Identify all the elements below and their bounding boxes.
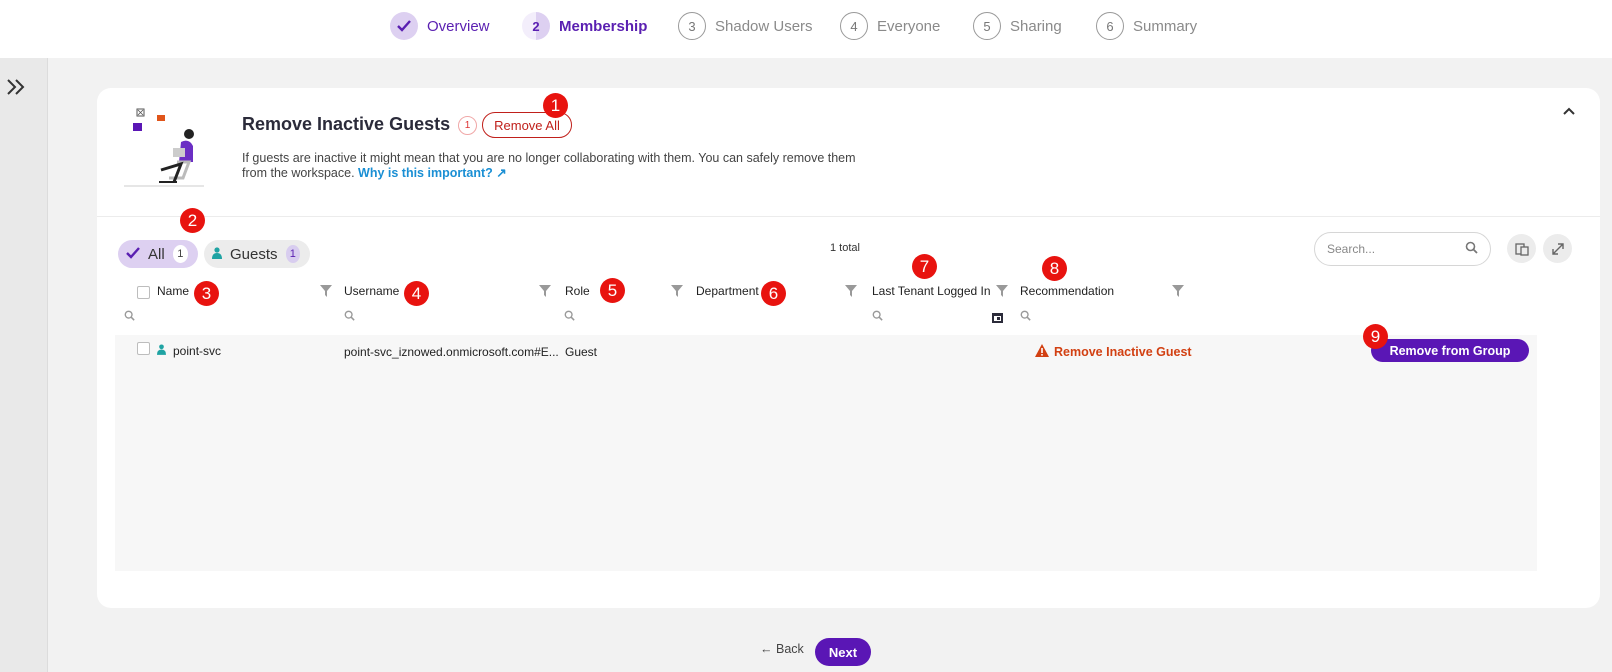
row-checkbox[interactable] bbox=[137, 342, 150, 355]
annotation-marker: 3 bbox=[194, 281, 219, 306]
annotation-marker: 2 bbox=[180, 208, 205, 233]
cell-username: point-svc_iznowed.onmicrosoft.com#E... bbox=[344, 345, 559, 359]
step-label: Overview bbox=[427, 17, 490, 35]
annotation-marker: 7 bbox=[912, 254, 937, 279]
divider bbox=[97, 216, 1600, 217]
step-label: Sharing bbox=[1010, 17, 1062, 35]
filter-funnel-icon[interactable] bbox=[844, 284, 858, 298]
recommendation: Remove Inactive Guest bbox=[1035, 344, 1192, 360]
cell-role: Guest bbox=[565, 345, 598, 359]
calendar-icon[interactable] bbox=[991, 311, 1004, 324]
step-number: 2 bbox=[522, 12, 550, 40]
step-overview[interactable]: Overview bbox=[390, 10, 490, 42]
column-header-recommendation[interactable]: Recommendation bbox=[1020, 284, 1114, 298]
column-search-icon[interactable] bbox=[124, 310, 135, 321]
back-button[interactable]: ← Back bbox=[760, 642, 804, 656]
column-search-icon[interactable] bbox=[564, 310, 575, 321]
filter-funnel-icon[interactable] bbox=[670, 284, 684, 298]
external-link-icon: ↗ bbox=[496, 166, 507, 180]
warning-icon bbox=[1035, 344, 1049, 360]
arrow-left-icon: ← bbox=[760, 642, 776, 656]
step-shadow-users[interactable]: 3 Shadow Users bbox=[678, 10, 813, 42]
check-icon bbox=[126, 246, 140, 263]
step-membership[interactable]: 2 Membership bbox=[522, 10, 647, 42]
count-badge: 1 bbox=[458, 116, 477, 135]
recommendation-text: Remove Inactive Guest bbox=[1054, 345, 1192, 359]
annotation-marker: 4 bbox=[404, 281, 429, 306]
annotation-marker: 8 bbox=[1042, 256, 1067, 281]
column-header-name[interactable]: Name bbox=[157, 284, 189, 298]
cell-name[interactable]: point-svc bbox=[173, 344, 221, 358]
step-sharing[interactable]: 5 Sharing bbox=[973, 10, 1062, 42]
guest-user-icon bbox=[157, 344, 166, 358]
filter-funnel-icon[interactable] bbox=[319, 284, 333, 298]
guest-user-icon bbox=[212, 246, 222, 263]
expand-icon[interactable] bbox=[1543, 234, 1572, 263]
column-search-icon[interactable] bbox=[872, 310, 883, 321]
filter-funnel-icon[interactable] bbox=[1171, 284, 1185, 298]
search-box[interactable] bbox=[1314, 232, 1491, 266]
annotation-marker: 1 bbox=[543, 93, 568, 118]
export-icon[interactable] bbox=[1507, 234, 1536, 263]
filter-funnel-icon[interactable] bbox=[538, 284, 552, 298]
step-label: Membership bbox=[559, 17, 648, 35]
annotation-marker: 5 bbox=[600, 278, 625, 303]
description-text: If guests are inactive it might mean tha… bbox=[242, 151, 856, 180]
column-search-icon[interactable] bbox=[344, 310, 355, 321]
step-number: 3 bbox=[678, 12, 706, 40]
step-label: Summary bbox=[1133, 17, 1198, 35]
total-count: 1 total bbox=[830, 242, 860, 254]
search-input[interactable] bbox=[1327, 242, 1457, 256]
step-everyone[interactable]: 4 Everyone bbox=[840, 10, 940, 42]
person-reading-illustration bbox=[124, 108, 204, 187]
filter-all[interactable]: All 1 bbox=[118, 240, 198, 268]
wizard-stepper: Overview 2 Membership 3 Shadow Users 4 E… bbox=[0, 0, 1612, 58]
filter-guests[interactable]: Guests 1 bbox=[204, 240, 310, 268]
column-header-last-login[interactable]: Last Tenant Logged In bbox=[872, 284, 991, 298]
card-title: Remove Inactive Guests bbox=[242, 114, 451, 134]
table-body: point-svc point-svc_iznowed.onmicrosoft.… bbox=[115, 335, 1537, 571]
card-description: If guests are inactive it might mean tha… bbox=[242, 151, 872, 181]
step-label: Everyone bbox=[877, 17, 941, 35]
step-label: Shadow Users bbox=[715, 17, 813, 35]
step-number: 5 bbox=[973, 12, 1001, 40]
step-number: 6 bbox=[1096, 12, 1124, 40]
column-header-username[interactable]: Username bbox=[344, 284, 399, 298]
step-summary[interactable]: 6 Summary bbox=[1096, 10, 1197, 42]
remove-from-group-button[interactable]: Remove from Group bbox=[1371, 339, 1529, 362]
annotation-marker: 6 bbox=[761, 281, 786, 306]
side-rail bbox=[0, 58, 48, 672]
column-search-icon[interactable] bbox=[1020, 310, 1031, 321]
filter-guests-count: 1 bbox=[285, 245, 300, 263]
remove-inactive-guests-card: Remove Inactive Guests 1 Remove All If g… bbox=[97, 88, 1600, 608]
filter-all-count: 1 bbox=[172, 245, 188, 263]
select-all-checkbox[interactable] bbox=[137, 286, 150, 299]
column-header-role[interactable]: Role bbox=[565, 284, 590, 298]
search-icon bbox=[1465, 241, 1478, 257]
check-icon bbox=[390, 12, 418, 40]
filter-all-label: All bbox=[148, 245, 165, 263]
expand-sidebar-icon[interactable] bbox=[5, 76, 29, 100]
annotation-marker: 9 bbox=[1363, 324, 1388, 349]
why-important-link[interactable]: Why is this important? ↗ bbox=[358, 166, 507, 180]
filter-funnel-icon[interactable] bbox=[995, 284, 1009, 298]
column-header-department[interactable]: Department bbox=[696, 284, 759, 298]
filter-guests-label: Guests bbox=[230, 245, 278, 263]
step-number: 4 bbox=[840, 12, 868, 40]
collapse-icon[interactable] bbox=[1562, 100, 1576, 121]
next-button[interactable]: Next bbox=[815, 638, 871, 666]
